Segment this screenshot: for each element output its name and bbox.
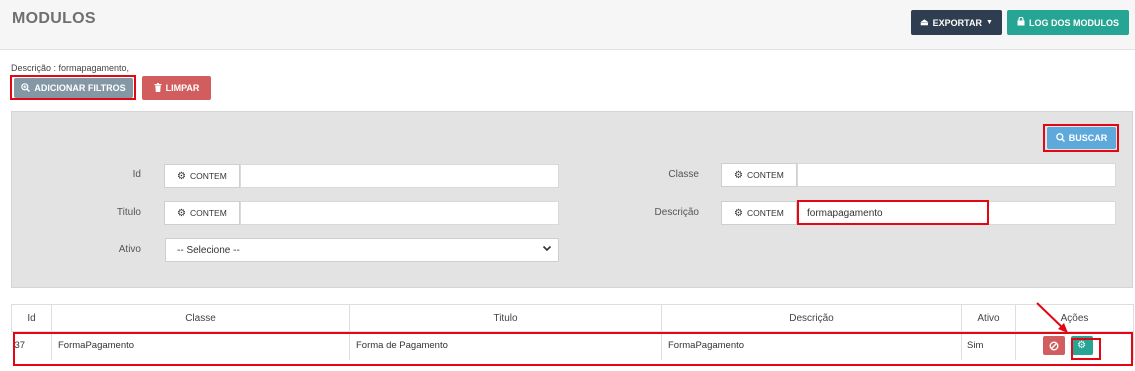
zoom-in-icon — [21, 82, 31, 94]
column-header-ativo[interactable]: Ativo — [961, 304, 1016, 332]
field-label-classe: Classe — [668, 169, 699, 180]
cell-titulo: Forma de Pagamento — [349, 331, 662, 360]
cell-id: 37 — [11, 331, 52, 360]
field-label-titulo: Titulo — [116, 207, 141, 218]
titulo-input[interactable] — [240, 201, 559, 225]
chevron-down-icon — [542, 243, 552, 256]
page-title: MODULOS — [12, 10, 96, 27]
arrow-annotation — [1036, 302, 1068, 333]
operator-label: CONTEM — [189, 171, 227, 181]
search-label: BUSCAR — [1068, 133, 1108, 143]
gear-icon: ⚙ — [177, 207, 186, 219]
operator-id[interactable]: ⚙ CONTEM — [164, 164, 240, 188]
operator-descricao[interactable]: ⚙ CONTEM — [721, 201, 797, 225]
ativo-select[interactable]: -- Selecione -- — [165, 238, 559, 262]
column-header-titulo[interactable]: Titulo — [349, 304, 662, 332]
export-label: EXPORTAR — [932, 17, 982, 28]
export-button[interactable]: ⏏ EXPORTAR ▼ — [911, 10, 1002, 35]
cell-ativo: Sim — [961, 331, 1016, 360]
search-button[interactable]: BUSCAR — [1047, 127, 1116, 149]
eject-icon: ⏏ — [920, 17, 929, 27]
column-header-classe[interactable]: Classe — [51, 304, 350, 332]
operator-classe[interactable]: ⚙ CONTEM — [721, 163, 797, 187]
field-label-ativo: Ativo — [118, 244, 141, 255]
column-header-descricao[interactable]: Descrição — [661, 304, 962, 332]
gear-icon: ⚙ — [177, 170, 186, 182]
operator-label: CONTEM — [746, 208, 784, 218]
search-icon — [1055, 132, 1065, 144]
classe-input[interactable] — [797, 163, 1116, 187]
operator-label: CONTEM — [189, 208, 227, 218]
gear-icon: ⚙ — [734, 207, 743, 219]
field-label-id: Id — [132, 169, 141, 180]
table-row[interactable]: 37 FormaPagamento Forma de Pagamento For… — [11, 331, 1134, 360]
gear-icon: ⚙ — [734, 169, 743, 181]
clear-label: LIMPAR — [165, 83, 200, 93]
gear-icon: ⚙ — [1077, 340, 1087, 352]
cell-classe: FormaPagamento — [51, 331, 350, 360]
ativo-select-value: -- Selecione -- — [177, 244, 240, 256]
active-filter-description: Descrição : formapagamento, — [11, 63, 130, 73]
descricao-input[interactable]: formapagamento — [797, 201, 1116, 225]
operator-label: CONTEM — [746, 170, 784, 180]
operator-titulo[interactable]: ⚙ CONTEM — [164, 201, 240, 225]
log-modules-label: LOG DOS MODULOS — [1029, 17, 1119, 28]
cell-descricao: FormaPagamento — [661, 331, 962, 360]
column-header-id[interactable]: Id — [11, 304, 52, 332]
caret-down-icon: ▼ — [985, 19, 993, 26]
log-modules-button[interactable]: LOG DOS MODULOS — [1007, 10, 1129, 35]
id-input[interactable] — [240, 164, 559, 188]
field-label-descricao: Descrição — [654, 207, 699, 218]
ban-icon — [1049, 341, 1059, 351]
results-table: Id Classe Titulo Descrição Ativo Ações 3… — [11, 304, 1134, 360]
add-filters-label: ADICIONAR FILTROS — [34, 83, 126, 93]
trash-icon — [154, 82, 162, 94]
clear-button[interactable]: LIMPAR — [142, 76, 211, 100]
lock-icon — [1017, 16, 1025, 28]
add-filters-button[interactable]: ADICIONAR FILTROS — [14, 78, 133, 98]
